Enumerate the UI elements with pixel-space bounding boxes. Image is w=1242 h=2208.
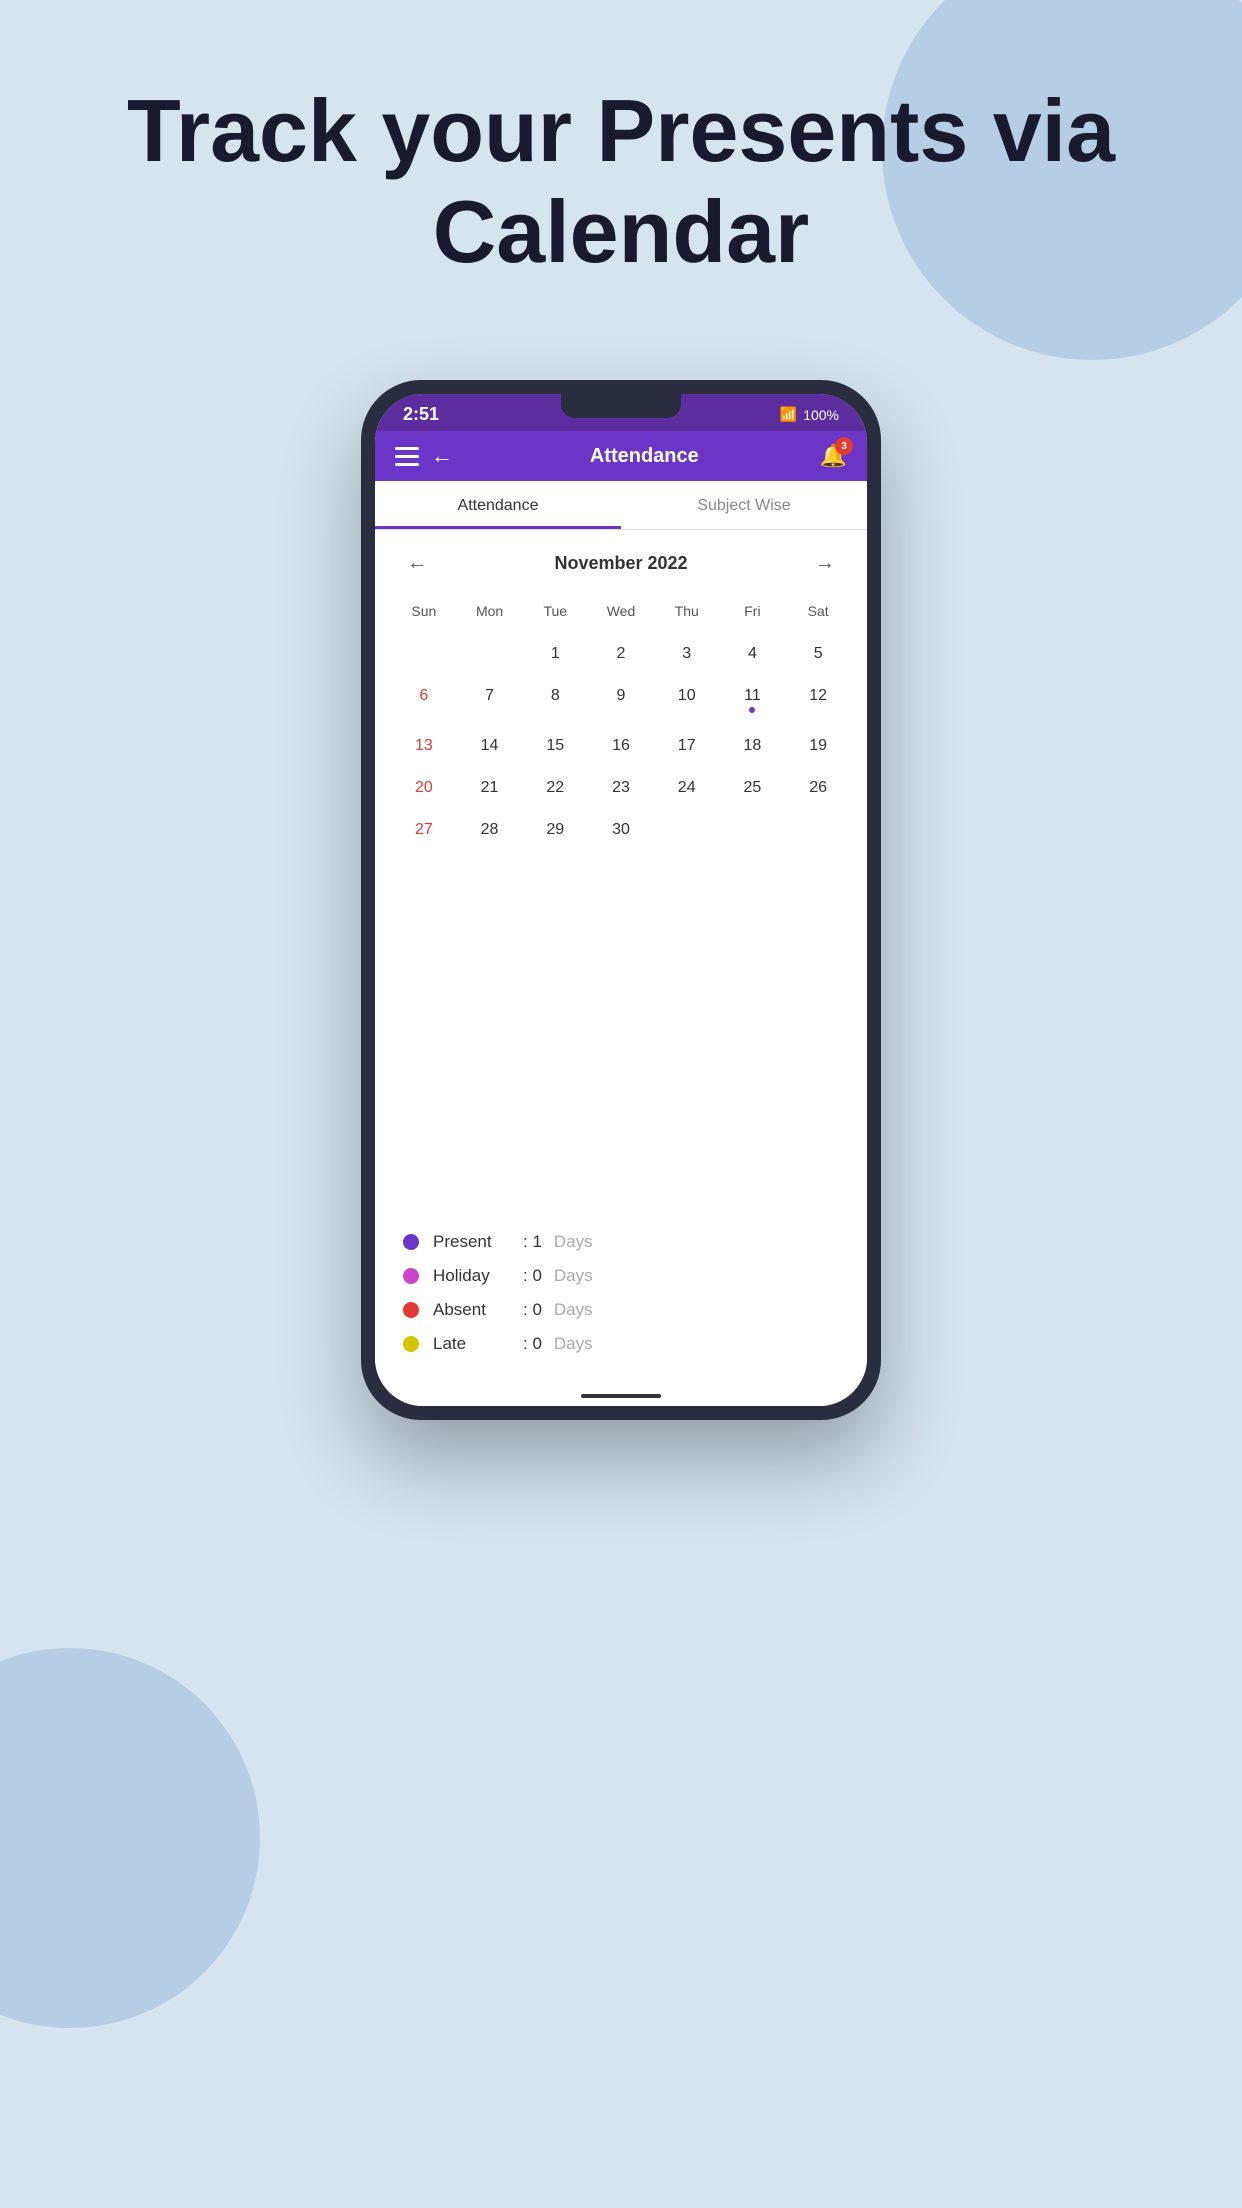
day-header-sat: Sat	[785, 597, 851, 625]
week-3: 13 14 15 16 17 18 19	[391, 725, 851, 767]
next-month-button[interactable]: →	[807, 548, 843, 579]
cal-day-14[interactable]: 14	[457, 725, 523, 767]
cal-day-12[interactable]: 12	[785, 675, 851, 725]
prev-month-button[interactable]: ←	[399, 548, 435, 579]
cal-day-empty	[785, 809, 851, 851]
absent-unit: Days	[554, 1300, 593, 1320]
present-label: Present	[433, 1232, 523, 1252]
cal-day-7[interactable]: 7	[457, 675, 523, 725]
nav-title: Attendance	[469, 445, 820, 468]
legend-holiday: Holiday : 0 Days	[403, 1266, 839, 1286]
absent-count: : 0	[523, 1300, 542, 1320]
cal-day-6[interactable]: 6	[391, 675, 457, 725]
week-4: 20 21 22 23 24 25 26	[391, 767, 851, 809]
cal-day-empty	[720, 809, 786, 851]
legend: Present : 1 Days Holiday : 0 Days Absent…	[375, 1214, 867, 1386]
phone-screen: 2:51 📶 100% ← Attendance 🔔 3 Attendance	[375, 394, 867, 1406]
cal-day-20[interactable]: 20	[391, 767, 457, 809]
day-header-wed: Wed	[588, 597, 654, 625]
cal-day-22[interactable]: 22	[522, 767, 588, 809]
week-5: 27 28 29 30	[391, 809, 851, 851]
legend-present: Present : 1 Days	[403, 1232, 839, 1252]
cal-day-empty	[654, 809, 720, 851]
status-time: 2:51	[403, 404, 439, 425]
cal-day-26[interactable]: 26	[785, 767, 851, 809]
bell-button[interactable]: 🔔 3	[820, 443, 847, 469]
late-dot	[403, 1336, 419, 1352]
bg-circle-bottom-left	[0, 1648, 260, 2028]
late-unit: Days	[554, 1334, 593, 1354]
cal-day-27[interactable]: 27	[391, 809, 457, 851]
cal-day-9[interactable]: 9	[588, 675, 654, 725]
status-icons: 📶 100%	[780, 406, 839, 423]
cal-day-21[interactable]: 21	[457, 767, 523, 809]
late-count: : 0	[523, 1334, 542, 1354]
calendar-container: ← November 2022 → Sun Mon Tue Wed Thu Fr…	[375, 530, 867, 1406]
present-dot	[403, 1234, 419, 1250]
week-1: 1 2 3 4 5	[391, 633, 851, 675]
legend-late: Late : 0 Days	[403, 1334, 839, 1354]
day-header-tue: Tue	[522, 597, 588, 625]
cal-day-29[interactable]: 29	[522, 809, 588, 851]
late-label: Late	[433, 1334, 523, 1354]
cal-day-30[interactable]: 30	[588, 809, 654, 851]
calendar-grid: Sun Mon Tue Wed Thu Fri Sat 1 2 3 4 5	[375, 589, 867, 1214]
cal-day-25[interactable]: 25	[720, 767, 786, 809]
cal-day-23[interactable]: 23	[588, 767, 654, 809]
day-header-sun: Sun	[391, 597, 457, 625]
cal-day-8[interactable]: 8	[522, 675, 588, 725]
day-header-fri: Fri	[720, 597, 786, 625]
cal-day-16[interactable]: 16	[588, 725, 654, 767]
calendar-header: ← November 2022 →	[375, 530, 867, 589]
cal-day-17[interactable]: 17	[654, 725, 720, 767]
cal-day-3[interactable]: 3	[654, 633, 720, 675]
phone-notch	[561, 394, 681, 418]
back-button[interactable]: ←	[431, 443, 453, 469]
legend-absent: Absent : 0 Days	[403, 1300, 839, 1320]
holiday-dot	[403, 1268, 419, 1284]
page-header: Track your Presents viaCalendar	[0, 80, 1242, 282]
nav-bar: ← Attendance 🔔 3	[375, 431, 867, 481]
cal-day-15[interactable]: 15	[522, 725, 588, 767]
home-indicator	[581, 1394, 661, 1398]
absent-dot	[403, 1302, 419, 1318]
battery-icon: 100%	[803, 407, 839, 423]
bell-badge: 3	[835, 437, 853, 455]
tab-attendance[interactable]: Attendance	[375, 481, 621, 529]
cal-day-19[interactable]: 19	[785, 725, 851, 767]
phone-mockup: 2:51 📶 100% ← Attendance 🔔 3 Attendance	[361, 380, 881, 1420]
absent-label: Absent	[433, 1300, 523, 1320]
tabs-container: Attendance Subject Wise	[375, 481, 867, 530]
cal-day-empty	[457, 633, 523, 675]
cal-day-1[interactable]: 1	[522, 633, 588, 675]
tab-subject-wise[interactable]: Subject Wise	[621, 481, 867, 529]
cal-day-13[interactable]: 13	[391, 725, 457, 767]
present-unit: Days	[554, 1232, 593, 1252]
month-title: November 2022	[554, 553, 687, 574]
day-headers: Sun Mon Tue Wed Thu Fri Sat	[391, 589, 851, 633]
cal-day-18[interactable]: 18	[720, 725, 786, 767]
cal-day-24[interactable]: 24	[654, 767, 720, 809]
cal-day-11[interactable]: 11	[720, 675, 786, 725]
menu-button[interactable]	[395, 447, 419, 466]
holiday-unit: Days	[554, 1266, 593, 1286]
phone-bottom-bar	[375, 1386, 867, 1406]
present-count: : 1	[523, 1232, 542, 1252]
day-header-mon: Mon	[457, 597, 523, 625]
cal-day-empty	[391, 633, 457, 675]
cal-day-4[interactable]: 4	[720, 633, 786, 675]
page-title: Track your Presents viaCalendar	[80, 80, 1162, 282]
cal-day-5[interactable]: 5	[785, 633, 851, 675]
holiday-count: : 0	[523, 1266, 542, 1286]
wifi-icon: 📶	[780, 406, 797, 423]
week-2: 6 7 8 9 10 11 12	[391, 675, 851, 725]
cal-day-28[interactable]: 28	[457, 809, 523, 851]
cal-day-10[interactable]: 10	[654, 675, 720, 725]
holiday-label: Holiday	[433, 1266, 523, 1286]
day-header-thu: Thu	[654, 597, 720, 625]
cal-day-2[interactable]: 2	[588, 633, 654, 675]
